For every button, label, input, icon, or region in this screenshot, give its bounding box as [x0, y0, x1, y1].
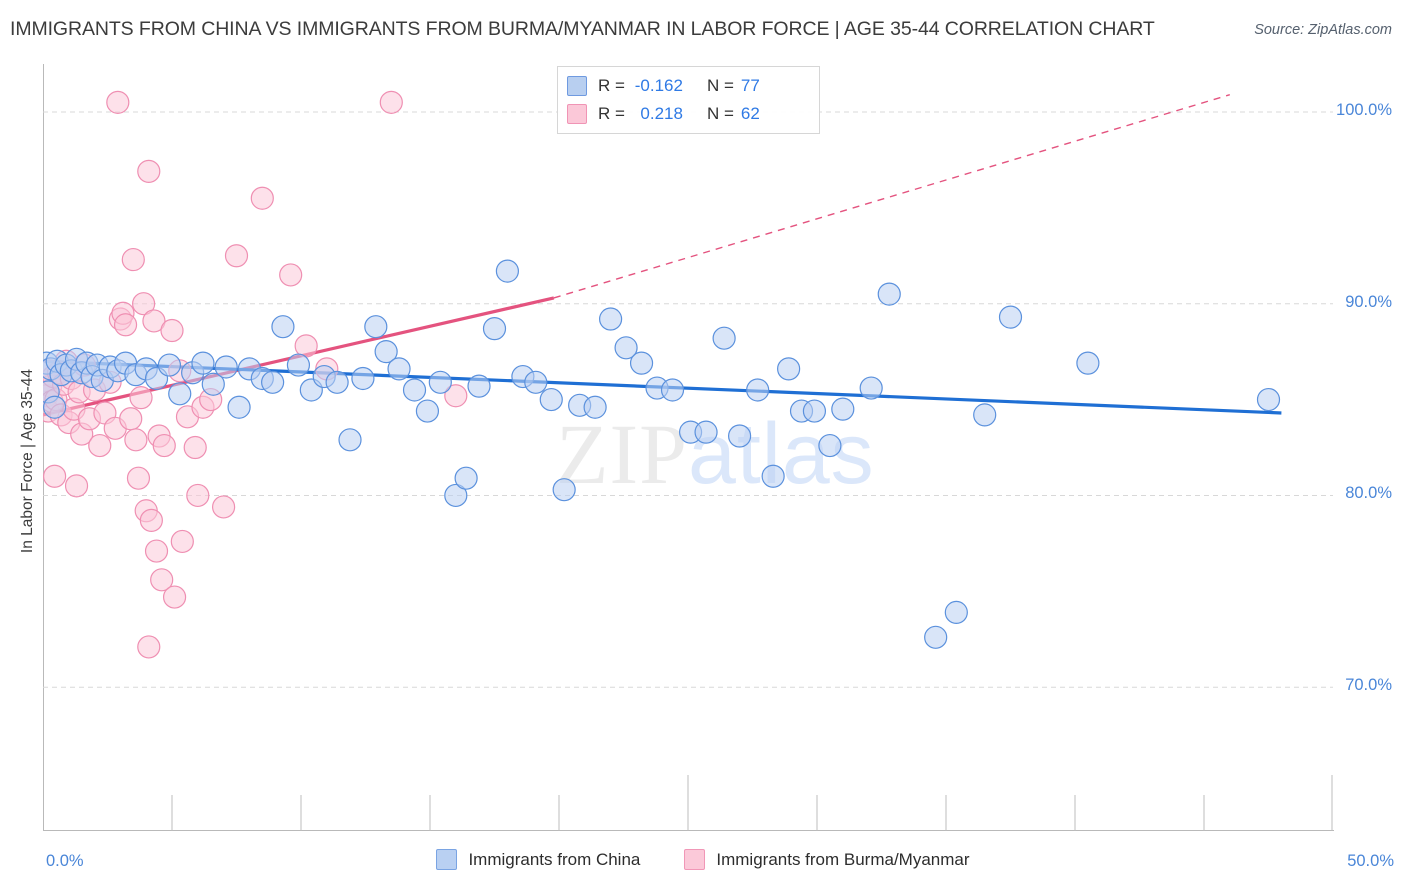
- scatter-points-china: [43, 260, 1280, 648]
- plot-area: [43, 64, 1333, 831]
- y-tick-label: 100.0%: [1336, 100, 1392, 119]
- r-value-burma: 0.218: [640, 104, 683, 123]
- legend-label-burma: Immigrants from Burma/Myanmar: [716, 849, 970, 869]
- legend-item-china[interactable]: Immigrants from China: [436, 849, 640, 870]
- n-value-china: 77: [740, 76, 760, 95]
- legend-item-burma[interactable]: Immigrants from Burma/Myanmar: [684, 849, 970, 870]
- n-label: N =: [706, 104, 734, 123]
- y-tick-label: 80.0%: [1345, 484, 1392, 503]
- legend-swatch-china: [436, 849, 458, 870]
- y-axis-title: In Labor Force | Age 35-44: [19, 368, 36, 554]
- x-axis-ticks: [172, 775, 1332, 831]
- page-title: IMMIGRANTS FROM CHINA VS IMMIGRANTS FROM…: [10, 18, 1155, 40]
- n-label: N =: [706, 76, 734, 95]
- stats-row-burma: R = 0.218 N = 62: [567, 100, 809, 128]
- legend-swatch-burma: [684, 849, 706, 870]
- r-label: R =: [598, 104, 625, 123]
- n-value-burma: 62: [740, 104, 760, 123]
- chart-page: IMMIGRANTS FROM CHINA VS IMMIGRANTS FROM…: [0, 0, 1406, 892]
- correlation-stats-box: R = -0.162 N = 77 R = 0.218 N = 62: [557, 66, 820, 134]
- stats-row-china: R = -0.162 N = 77: [567, 72, 809, 100]
- series-swatch-china: [567, 76, 587, 96]
- y-tick-label: 70.0%: [1345, 676, 1392, 695]
- r-value-china: -0.162: [634, 76, 683, 95]
- series-legend: Immigrants from China Immigrants from Bu…: [0, 849, 1406, 870]
- y-tick-label: 90.0%: [1345, 292, 1392, 311]
- legend-label-china: Immigrants from China: [468, 849, 641, 869]
- series-swatch-burma: [567, 104, 587, 124]
- r-label: R =: [598, 76, 625, 95]
- source-label: Source: ZipAtlas.com: [1254, 22, 1392, 38]
- scatter-svg: [43, 64, 1333, 831]
